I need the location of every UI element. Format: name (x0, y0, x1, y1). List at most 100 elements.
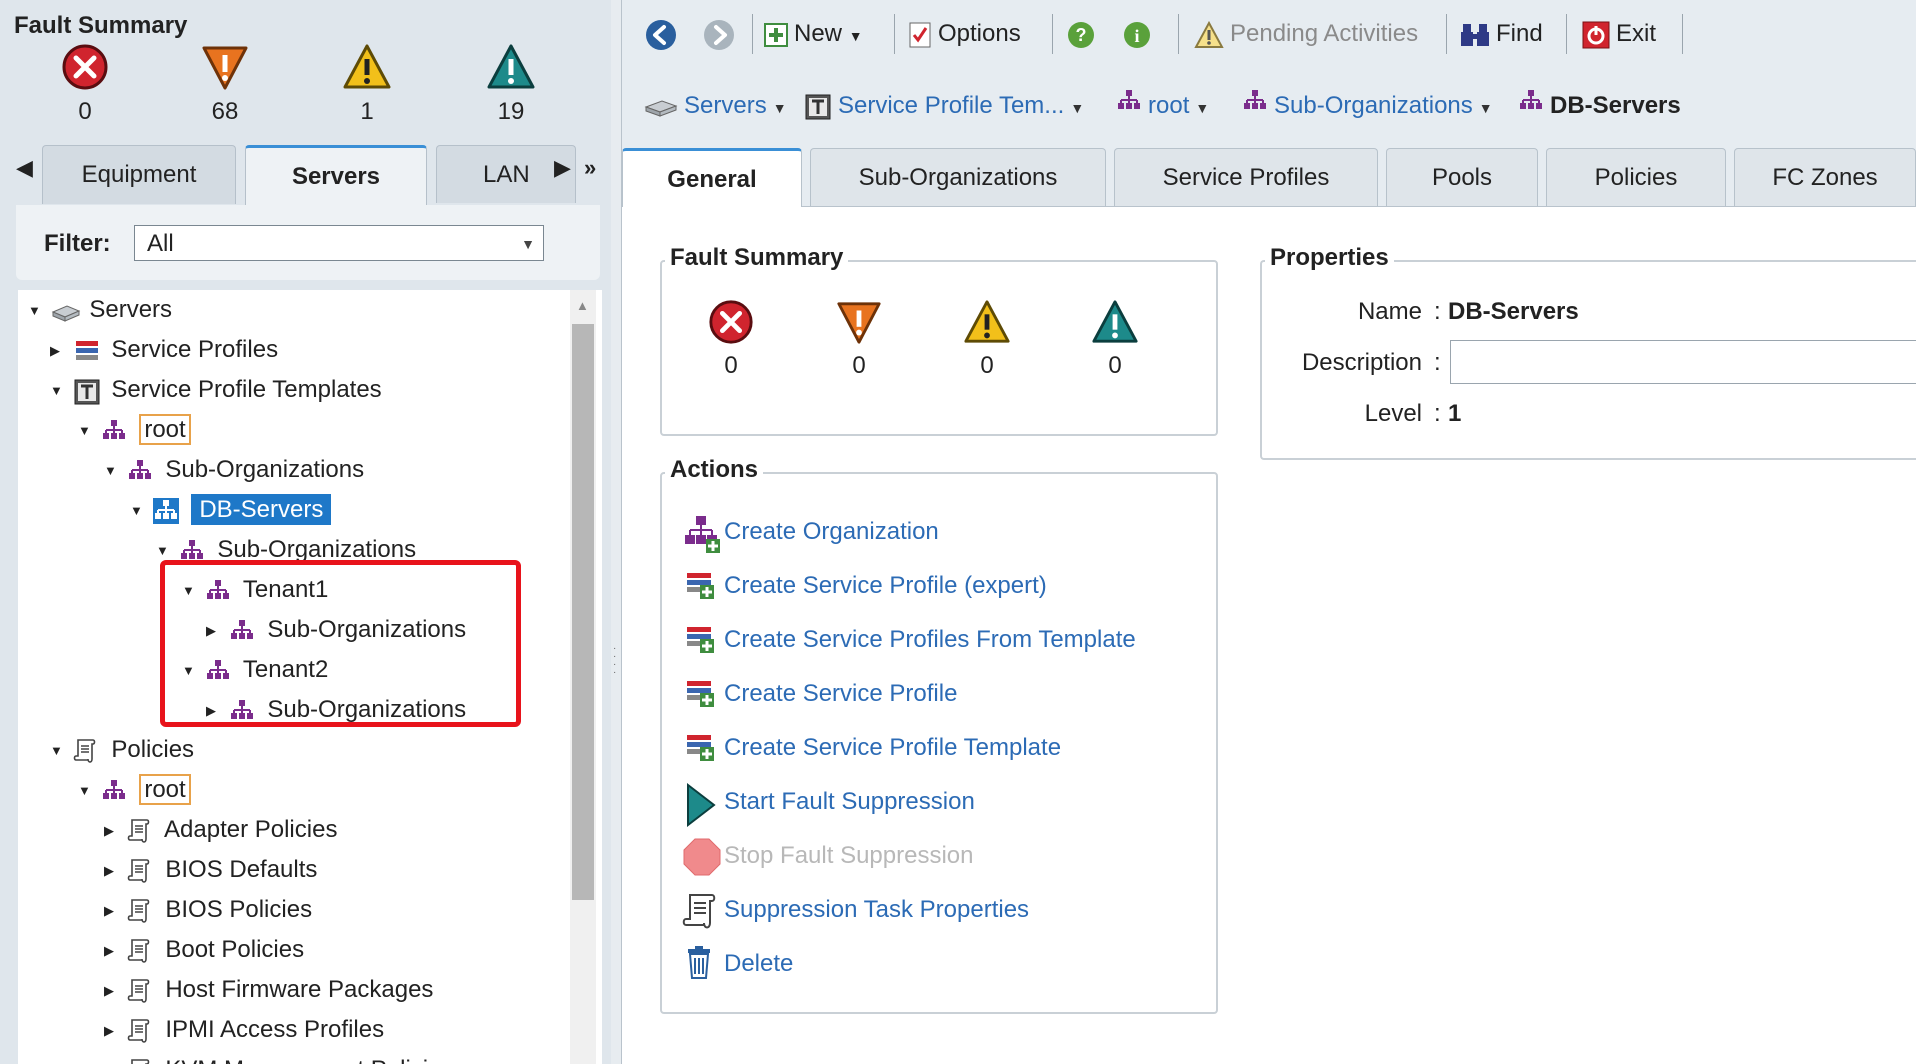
warning-fault-count: 19 (497, 98, 525, 125)
tree-node-servers[interactable]: ▼ Servers (28, 292, 172, 328)
minor-fault-indicator[interactable]: 1 (332, 42, 402, 126)
description-colon: : (1434, 349, 1441, 376)
expanded-arrow-icon[interactable]: ▼ (78, 413, 94, 449)
critical-fault-indicator[interactable]: 0 (696, 298, 766, 380)
fault-summary-group-title: Fault Summary (665, 244, 849, 272)
major-fault-indicator[interactable]: 0 (824, 298, 894, 380)
find-button[interactable]: Find (1460, 16, 1543, 52)
panel-splitter[interactable]: · · · · (611, 0, 622, 1064)
power-icon (1582, 21, 1610, 49)
major-fault-count: 0 (852, 352, 866, 379)
tree-node-kvm-management-policies[interactable]: ▶ KVM Management Policies (104, 1052, 453, 1064)
filter-dropdown[interactable]: All ▼ (134, 225, 544, 261)
tree-node-ipmi-access-profiles[interactable]: ▶ IPMI Access Profiles (104, 1012, 384, 1048)
tree-node-bios-defaults[interactable]: ▶ BIOS Defaults (104, 852, 317, 888)
create-service-profiles-from-template-link[interactable]: Create Service Profiles From Template (682, 620, 1136, 660)
organization-icon (1116, 88, 1142, 125)
tab-fc-zones[interactable]: FC Zones (1734, 148, 1916, 206)
tree-node-bios-policies[interactable]: ▶ BIOS Policies (104, 892, 312, 928)
expanded-arrow-icon[interactable]: ▼ (104, 453, 120, 489)
breadcrumb-sub-organizations[interactable]: Sub-Organizations ▼ (1242, 88, 1493, 124)
warning-fault-count: 0 (1108, 352, 1122, 379)
tab-servers[interactable]: Servers (245, 145, 427, 206)
start-fault-suppression-link[interactable]: Start Fault Suppression (682, 782, 975, 827)
tree-node-service-profiles[interactable]: ▶ Service Profiles (50, 332, 278, 368)
filter-label: Filter: (44, 230, 111, 257)
content-tabs: General Sub-Organizations Service Profil… (622, 142, 1916, 207)
tree-scrollbar[interactable]: ▲ (570, 290, 596, 1064)
expanded-arrow-icon[interactable]: ▼ (78, 773, 94, 809)
collapsed-arrow-icon[interactable]: ▶ (104, 853, 120, 889)
major-fault-indicator[interactable]: 68 (190, 42, 260, 126)
scroll-up-icon[interactable]: ▲ (576, 298, 589, 313)
tree-node-policies-root[interactable]: ▼ root (78, 772, 191, 808)
more-tabs-icon[interactable]: » (584, 155, 596, 181)
critical-fault-count: 0 (724, 352, 738, 379)
minor-fault-icon (964, 300, 1010, 343)
tab-sub-organizations[interactable]: Sub-Organizations (810, 148, 1106, 206)
tree-node-db-servers[interactable]: ▼ DB-Servers (130, 492, 332, 529)
tree-node-sub-organizations[interactable]: ▼ Sub-Organizations (104, 452, 364, 488)
create-service-profile-link[interactable]: Create Service Profile (682, 674, 957, 714)
tab-scroll-right-icon[interactable]: ▶ (554, 155, 571, 181)
collapsed-arrow-icon[interactable]: ▶ (104, 893, 120, 929)
new-menu-button[interactable]: New ▼ (764, 16, 863, 52)
organization-icon (1242, 88, 1268, 125)
tab-service-profiles[interactable]: Service Profiles (1114, 148, 1378, 206)
scrollbar-thumb[interactable] (572, 324, 594, 900)
tree-node-root[interactable]: ▼ root (78, 412, 191, 448)
minor-fault-indicator[interactable]: 0 (952, 298, 1022, 380)
stop-fault-suppression-link[interactable]: Stop Fault Suppression (682, 836, 973, 876)
expanded-arrow-icon[interactable]: ▼ (50, 373, 66, 409)
expanded-arrow-icon[interactable]: ▼ (50, 733, 66, 769)
expanded-arrow-icon[interactable]: ▼ (28, 293, 44, 329)
collapsed-arrow-icon[interactable]: ▶ (104, 813, 120, 849)
chevron-down-icon: ▼ (521, 236, 535, 252)
tree-node-boot-policies[interactable]: ▶ Boot Policies (104, 932, 304, 968)
collapsed-arrow-icon[interactable]: ▶ (104, 973, 120, 1009)
tree-node-adapter-policies[interactable]: ▶ Adapter Policies (104, 812, 337, 848)
expanded-arrow-icon[interactable]: ▼ (130, 493, 146, 529)
suppression-task-properties-link[interactable]: Suppression Task Properties (682, 890, 1029, 930)
forward-button[interactable] (702, 16, 736, 52)
organization-icon (101, 418, 127, 444)
warning-fault-indicator[interactable]: 19 (476, 42, 546, 126)
delete-link[interactable]: Delete (682, 944, 793, 984)
pending-activities-button[interactable]: Pending Activities (1194, 16, 1418, 52)
tab-equipment[interactable]: Equipment (42, 145, 236, 204)
server-icon (644, 100, 678, 117)
collapsed-arrow-icon[interactable]: ▶ (50, 333, 66, 369)
breadcrumb-servers[interactable]: Servers ▼ (644, 88, 787, 124)
policy-scroll-icon (127, 1058, 153, 1064)
description-field[interactable] (1450, 340, 1916, 384)
info-button[interactable]: i (1122, 16, 1152, 52)
create-organization-link[interactable]: Create Organization (682, 512, 939, 553)
tab-pools[interactable]: Pools (1386, 148, 1538, 206)
exit-button[interactable]: Exit (1582, 16, 1656, 52)
tab-scroll-left-icon[interactable]: ◀ (16, 155, 33, 181)
collapsed-arrow-icon[interactable]: ▶ (104, 1013, 120, 1049)
collapsed-arrow-icon[interactable]: ▶ (104, 1053, 120, 1064)
breadcrumb-root[interactable]: root ▼ (1116, 88, 1209, 124)
critical-fault-indicator[interactable]: 0 (50, 42, 120, 126)
collapsed-arrow-icon[interactable]: ▶ (104, 933, 120, 969)
tree-node-service-profile-templates[interactable]: ▼ Service Profile Templates (50, 372, 382, 408)
tab-policies[interactable]: Policies (1546, 148, 1726, 206)
tree-node-host-firmware-packages[interactable]: ▶ Host Firmware Packages (104, 972, 433, 1008)
tab-general[interactable]: General (622, 148, 802, 207)
template-icon (805, 94, 831, 120)
create-service-profile-expert-link[interactable]: Create Service Profile (expert) (682, 566, 1047, 606)
breadcrumb-service-profile-templates[interactable]: Service Profile Tem... ▼ (804, 88, 1084, 124)
help-button[interactable]: ? (1066, 16, 1096, 52)
chevron-down-icon: ▼ (1195, 100, 1210, 116)
major-fault-icon (202, 46, 248, 90)
minor-fault-count: 0 (980, 352, 994, 379)
back-button[interactable] (644, 16, 678, 52)
warning-fault-indicator[interactable]: 0 (1080, 298, 1150, 380)
options-checklist-icon (909, 22, 931, 48)
splitter-grip-icon: · · · · (613, 643, 617, 678)
tree-node-policies[interactable]: ▼ Policies (50, 732, 194, 768)
options-button[interactable]: Options (908, 16, 1021, 52)
create-service-profile-template-link[interactable]: Create Service Profile Template (682, 728, 1061, 768)
policy-scroll-icon (127, 858, 153, 884)
